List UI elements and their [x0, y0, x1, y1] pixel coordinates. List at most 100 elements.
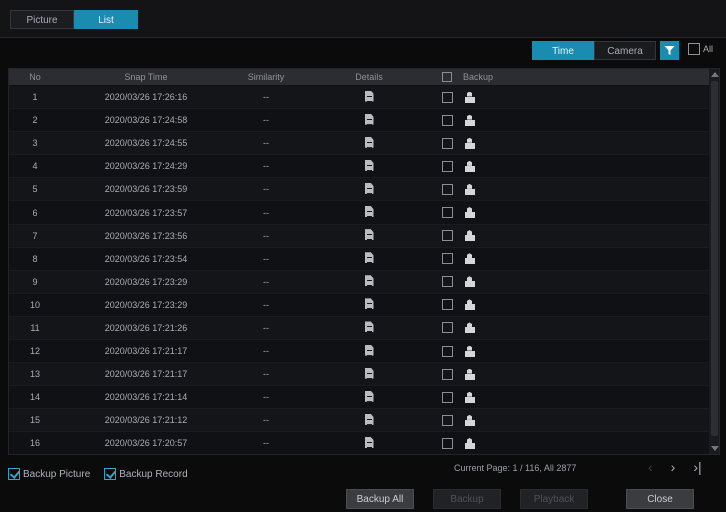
row-checkbox[interactable]	[441, 253, 453, 265]
table-row[interactable]: 7 2020/03/26 17:23:56 --	[9, 224, 709, 248]
row-snap-time: 2020/03/26 17:23:29	[104, 299, 188, 310]
row-checkbox[interactable]	[441, 345, 453, 357]
table-row[interactable]: 5 2020/03/26 17:23:59 --	[9, 178, 709, 202]
table-row[interactable]: 12 2020/03/26 17:21:17 --	[9, 340, 709, 364]
backup-icon[interactable]	[465, 207, 475, 219]
table-row[interactable]: 2 2020/03/26 17:24:58 --	[9, 109, 709, 133]
details-icon[interactable]	[364, 90, 374, 102]
row-checkbox[interactable]	[441, 183, 453, 195]
backup-all-button[interactable]: Backup All	[346, 489, 414, 509]
close-button[interactable]: Close	[626, 489, 694, 509]
table-scrollbar[interactable]	[709, 69, 719, 454]
details-icon[interactable]	[364, 113, 374, 125]
table-row[interactable]: 8 2020/03/26 17:23:54 --	[9, 247, 709, 271]
header-no[interactable]: No	[9, 69, 61, 85]
details-icon[interactable]	[364, 390, 374, 402]
sort-time-button[interactable]: Time	[532, 41, 594, 60]
table-row[interactable]: 16 2020/03/26 17:20:57 --	[9, 432, 709, 454]
scroll-up-arrow[interactable]	[711, 72, 719, 77]
row-checkbox[interactable]	[441, 160, 453, 172]
backup-icon[interactable]	[465, 161, 475, 172]
details-icon[interactable]	[364, 436, 374, 448]
row-checkbox[interactable]	[441, 414, 453, 426]
row-checkbox[interactable]	[441, 368, 453, 380]
row-select-cell	[437, 183, 457, 195]
details-icon[interactable]	[364, 206, 374, 218]
row-checkbox[interactable]	[441, 299, 453, 311]
backup-button[interactable]: Backup	[433, 489, 501, 509]
backup-icon[interactable]	[465, 322, 475, 334]
backup-picture-option[interactable]: Backup Picture	[8, 468, 90, 480]
table-row[interactable]: 4 2020/03/26 17:24:29 --	[9, 155, 709, 179]
details-icon[interactable]	[364, 182, 374, 194]
backup-icon[interactable]	[465, 369, 475, 380]
backup-picture-checkbox[interactable]	[8, 468, 20, 480]
backup-icon[interactable]	[465, 92, 475, 103]
row-checkbox[interactable]	[441, 137, 453, 149]
row-checkbox[interactable]	[441, 391, 453, 403]
details-icon[interactable]	[364, 136, 374, 148]
table-row[interactable]: 9 2020/03/26 17:23:29 --	[9, 270, 709, 294]
backup-icon[interactable]	[465, 184, 475, 195]
sort-camera-button[interactable]: Camera	[594, 41, 656, 60]
header-snap-time[interactable]: Snap Time	[61, 69, 231, 85]
backup-icon[interactable]	[465, 438, 475, 449]
row-no: 16	[29, 438, 40, 449]
details-icon[interactable]	[364, 321, 374, 333]
details-icon[interactable]	[364, 413, 374, 425]
playback-button[interactable]: Playback	[520, 489, 588, 509]
header-backup-checkbox[interactable]	[442, 72, 452, 82]
backup-icon[interactable]	[465, 138, 475, 149]
row-snap-time: 2020/03/26 17:21:26	[104, 322, 188, 333]
tab-picture[interactable]: Picture	[10, 10, 74, 29]
details-icon[interactable]	[364, 298, 374, 310]
scroll-thumb[interactable]	[711, 81, 718, 436]
row-similarity: --	[263, 276, 269, 287]
backup-icon[interactable]	[465, 415, 475, 426]
results-table: No Snap Time Similarity Details Backup 1…	[8, 68, 720, 455]
backup-icon[interactable]	[465, 115, 475, 126]
backup-icon[interactable]	[465, 299, 475, 311]
backup-record-option[interactable]: Backup Record	[104, 468, 188, 480]
row-checkbox[interactable]	[441, 322, 453, 334]
details-icon[interactable]	[364, 344, 374, 356]
row-checkbox[interactable]	[441, 114, 453, 126]
row-similarity: --	[263, 92, 269, 103]
row-checkbox[interactable]	[441, 437, 453, 449]
row-checkbox[interactable]	[441, 276, 453, 288]
table-row[interactable]: 15 2020/03/26 17:21:12 --	[9, 409, 709, 433]
row-details	[301, 367, 437, 381]
backup-record-checkbox[interactable]	[104, 468, 117, 480]
backup-icon[interactable]	[465, 276, 475, 288]
tab-list[interactable]: List	[74, 10, 138, 29]
row-checkbox[interactable]	[441, 230, 453, 242]
row-checkbox[interactable]	[441, 207, 453, 219]
table-row[interactable]: 13 2020/03/26 17:21:17 --	[9, 363, 709, 387]
filter-button[interactable]	[660, 41, 679, 60]
backup-icon[interactable]	[465, 346, 475, 357]
row-no: 4	[32, 161, 38, 172]
select-all-checkbox[interactable]	[688, 43, 700, 55]
details-icon[interactable]	[364, 275, 374, 287]
row-checkbox[interactable]	[441, 91, 453, 103]
table-row[interactable]: 10 2020/03/26 17:23:29 --	[9, 293, 709, 317]
backup-icon[interactable]	[465, 230, 475, 242]
header-similarity[interactable]: Similarity	[231, 69, 301, 85]
backup-icon[interactable]	[465, 392, 475, 403]
next-page-arrow[interactable]: ›	[671, 459, 676, 475]
pager: ‹ › ›|	[648, 459, 702, 475]
table-row[interactable]: 11 2020/03/26 17:21:26 --	[9, 316, 709, 341]
table-row[interactable]: 14 2020/03/26 17:21:14 --	[9, 386, 709, 410]
details-icon[interactable]	[364, 367, 374, 379]
details-icon[interactable]	[364, 159, 374, 171]
table-row[interactable]: 6 2020/03/26 17:23:57 --	[9, 201, 709, 225]
last-page-arrow[interactable]: ›|	[693, 459, 701, 475]
table-row[interactable]: 3 2020/03/26 17:24:55 --	[9, 132, 709, 156]
prev-page-arrow[interactable]: ‹	[648, 459, 653, 475]
table-row[interactable]: 1 2020/03/26 17:26:16 --	[9, 86, 709, 110]
select-all-toggle[interactable]: All	[688, 43, 713, 55]
backup-icon[interactable]	[465, 253, 475, 265]
details-icon[interactable]	[364, 252, 374, 264]
details-icon[interactable]	[364, 229, 374, 241]
scroll-down-arrow[interactable]	[711, 446, 719, 451]
